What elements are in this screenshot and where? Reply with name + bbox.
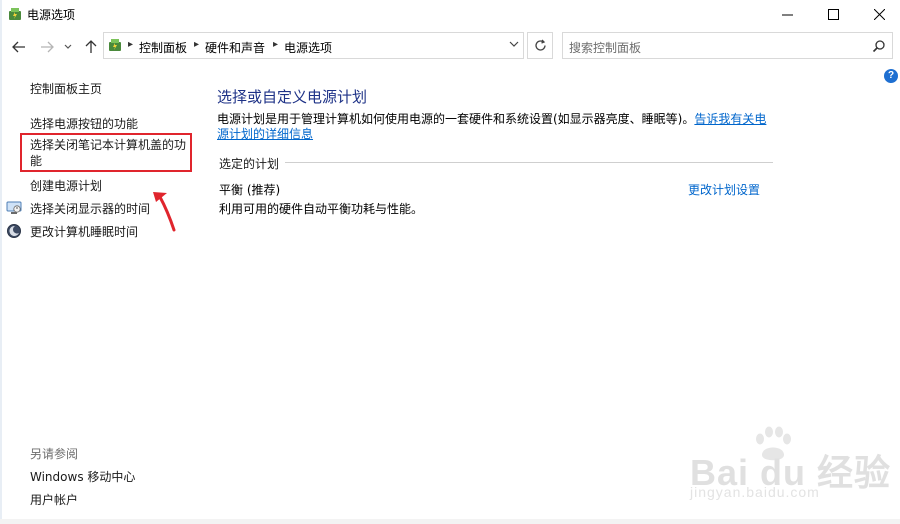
control-panel-icon — [109, 39, 121, 51]
plan-description: 利用可用的硬件自动平衡功耗与性能。 — [219, 202, 424, 216]
maximize-button[interactable] — [810, 0, 856, 28]
see-also-title: 另请参阅 — [30, 447, 79, 461]
recent-locations-button[interactable] — [62, 38, 74, 56]
refresh-icon — [534, 39, 546, 51]
arrow-left-icon — [12, 41, 25, 53]
chevron-right-icon: ▸ — [194, 39, 200, 50]
minimize-button[interactable] — [764, 0, 810, 28]
minimize-icon — [781, 14, 793, 15]
refresh-button[interactable] — [527, 32, 553, 59]
selected-plan-label: 选定的计划 — [219, 157, 280, 171]
breadcrumb-control-panel[interactable]: 控制面板 — [139, 39, 187, 56]
change-plan-settings-link[interactable]: 更改计划设置 — [688, 181, 760, 198]
breadcrumb-hardware-sound[interactable]: 硬件和声音 — [205, 39, 265, 56]
monitor-icon — [6, 201, 22, 214]
description-text: 电源计划是用于管理计算机如何使用电源的一套硬件和系统设置(如显示器亮度、睡眠等)… — [217, 112, 695, 126]
sidebar-item-power-button[interactable]: 选择电源按钮的功能 — [30, 115, 138, 132]
moon-icon — [7, 224, 21, 238]
breadcrumb-power-options[interactable]: 电源选项 — [284, 39, 332, 56]
maximize-icon — [827, 8, 839, 20]
watermark-url: jingyan.baidu.com — [690, 484, 820, 500]
back-button[interactable] — [10, 38, 28, 56]
sidebar-item-display-off[interactable]: 选择关闭显示器的时间 — [30, 200, 150, 217]
chevron-down-icon[interactable] — [509, 40, 519, 48]
power-options-icon — [9, 8, 21, 20]
up-button[interactable] — [82, 38, 100, 56]
sidebar-item-create-plan[interactable]: 创建电源计划 — [30, 177, 102, 194]
chevron-right-icon: ▸ — [128, 39, 134, 50]
section-divider — [285, 162, 773, 163]
search-placeholder: 搜索控制面板 — [569, 41, 642, 55]
window-title: 电源选项 — [27, 8, 76, 22]
plan-name: 平衡 (推荐) — [219, 183, 281, 197]
sidebar-item-sleep[interactable]: 更改计算机睡眠时间 — [30, 223, 138, 240]
window-left-edge — [0, 0, 2, 524]
arrow-up-icon — [85, 40, 97, 53]
chevron-down-icon — [64, 44, 72, 49]
close-button[interactable] — [856, 0, 900, 28]
page-title: 选择或自定义电源计划 — [217, 88, 368, 106]
annotation-arrow — [153, 192, 176, 232]
address-bar[interactable]: ▸ 控制面板 ▸ 硬件和声音 ▸ 电源选项 — [103, 32, 524, 59]
title-bar: 电源选项 — [0, 0, 900, 28]
highlight-box — [20, 133, 192, 172]
window-bottom-edge — [0, 519, 900, 524]
search-icon[interactable] — [872, 39, 886, 53]
page-description: 电源计划是用于管理计算机如何使用电源的一套硬件和系统设置(如显示器亮度、睡眠等)… — [217, 112, 777, 142]
sidebar-link-user-accounts[interactable]: 用户帐户 — [30, 491, 78, 508]
help-icon[interactable]: ? — [884, 69, 898, 83]
sidebar-link-mobility-center[interactable]: Windows 移动中心 — [30, 468, 135, 485]
arrow-right-icon — [41, 41, 54, 53]
close-icon — [873, 8, 885, 20]
search-box[interactable]: 搜索控制面板 — [562, 32, 893, 59]
chevron-right-icon: ▸ — [273, 39, 279, 50]
sidebar-home-link[interactable]: 控制面板主页 — [30, 80, 102, 97]
forward-button[interactable] — [38, 38, 56, 56]
